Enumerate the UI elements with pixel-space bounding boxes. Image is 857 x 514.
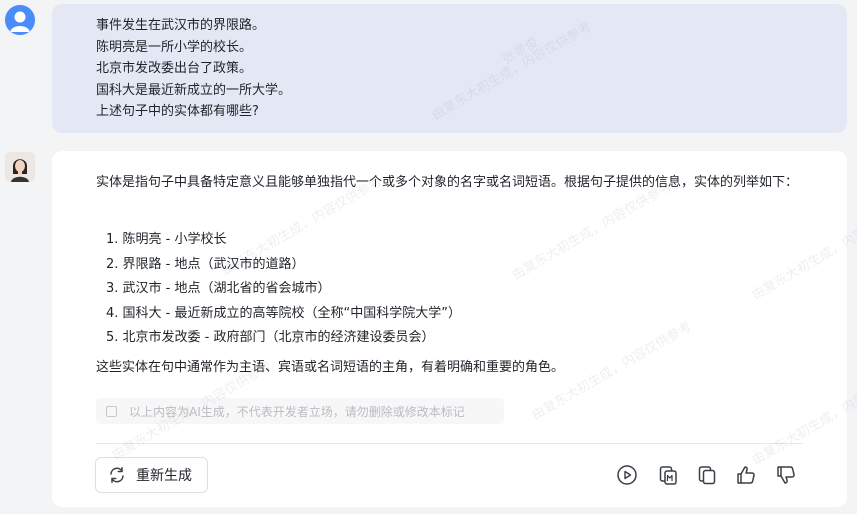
list-item: 4. 国科大 - 最近新成立的高等院校（全称“中国科学院大学”） [106, 305, 461, 321]
disclaimer-text: 以上内容为AI生成，不代表开发者立场，请勿删除或修改本标记 [129, 404, 465, 419]
user-message-bubble: 事件发生在武汉市的界限路。 陈明亮是一所小学的校长。 北京市发改委出台了政策。 … [52, 4, 847, 133]
refresh-icon [110, 467, 124, 483]
thumbs-up-icon [737, 466, 755, 484]
play-icon [617, 465, 637, 485]
user-message-line: 事件发生在武汉市的界限路。 [96, 18, 266, 33]
assistant-intro-text: 实体是指句子中具备特定意义且能够单独指代一个或多个对象的名字或名词短语。根据句子… [96, 175, 799, 190]
entity-list: 1. 陈明亮 - 小学校长 2. 界限路 - 地点（武汉市的道路） 3. 武汉市… [106, 228, 461, 351]
assistant-avatar [5, 152, 35, 182]
copy-markdown-button[interactable] [656, 463, 680, 487]
list-item: 2. 界限路 - 地点（武汉市的道路） [106, 256, 305, 272]
thumbs-down-icon [777, 466, 795, 484]
regenerate-button[interactable]: 重新生成 [95, 457, 208, 493]
copy-button[interactable] [695, 463, 719, 487]
disclaimer-checkbox[interactable] [106, 405, 117, 417]
user-message-line: 陈明亮是一所小学的校长。 [96, 39, 253, 55]
thumbs-down-button[interactable] [774, 463, 798, 487]
list-item: 3. 武汉市 - 地点（湖北省的省会城市） [106, 281, 331, 296]
user-message-line: 北京市发改委出台了政策。 [96, 61, 253, 76]
play-audio-button[interactable] [615, 463, 639, 487]
ai-disclaimer: 以上内容为AI生成，不代表开发者立场，请勿删除或修改本标记 [96, 398, 504, 424]
user-message-line: 上述句子中的实体都有哪些? [96, 104, 259, 119]
list-item: 1. 陈明亮 - 小学校长 [106, 232, 227, 247]
thumbs-up-button[interactable] [734, 463, 758, 487]
copy-markdown-icon [659, 466, 677, 485]
copy-icon [698, 466, 716, 485]
user-message-line: 国科大是最近新成立的一所大学。 [96, 82, 292, 98]
regenerate-label: 重新生成 [136, 468, 192, 484]
assistant-summary-text: 这些实体在句中通常作为主语、宾语或名词短语的主角，有着明确和重要的角色。 [96, 360, 565, 375]
assistant-message-card: 实体是指句子中具备特定意义且能够单独指代一个或多个对象的名字或名词短语。根据句子… [52, 151, 847, 507]
divider [96, 443, 803, 444]
list-item: 5. 北京市发改委 - 政府部门（北京市的经济建设委员会） [106, 330, 435, 345]
user-silhouette-icon [5, 5, 35, 35]
assistant-portrait-icon [5, 152, 35, 182]
user-avatar [5, 5, 35, 35]
